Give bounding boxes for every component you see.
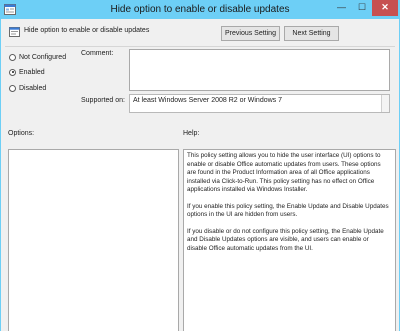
previous-setting-button[interactable]: Previous Setting xyxy=(221,26,280,41)
comment-textarea[interactable] xyxy=(129,49,390,91)
minimize-icon: — xyxy=(337,2,346,12)
help-panel: This policy setting allows you to hide t… xyxy=(183,149,396,331)
radio-enabled[interactable]: Enabled xyxy=(9,67,45,77)
header-divider xyxy=(5,46,395,47)
supported-on-label: Supported on: xyxy=(81,97,125,104)
maximize-icon: ☐ xyxy=(357,2,367,12)
policy-setting-icon xyxy=(9,27,20,37)
help-label: Help: xyxy=(183,130,200,137)
options-panel xyxy=(8,149,179,331)
radio-label: Not Configured xyxy=(19,53,67,61)
minimize-button[interactable]: — xyxy=(331,0,352,16)
supported-on-field: At least Windows Server 2008 R2 or Windo… xyxy=(129,94,390,113)
help-paragraph: This policy setting allows you to hide t… xyxy=(187,152,381,193)
close-button[interactable]: ✕ xyxy=(372,0,398,16)
close-icon: ✕ xyxy=(381,2,389,12)
maximize-button[interactable]: ☐ xyxy=(352,0,372,16)
next-setting-button[interactable]: Next Setting xyxy=(284,26,339,41)
radio-label: Enabled xyxy=(19,68,45,76)
dialog-body: Hide option to enable or disable updates… xyxy=(0,19,400,331)
comment-label: Comment: xyxy=(81,50,114,57)
radio-button[interactable] xyxy=(9,53,16,61)
help-paragraph: If you disable or do not configure this … xyxy=(187,227,384,252)
policy-name: Hide option to enable or disable updates xyxy=(24,27,150,34)
supported-on-value: At least Windows Server 2008 R2 or Windo… xyxy=(133,97,283,104)
title-bar[interactable]: Hide option to enable or disable updates… xyxy=(0,0,400,19)
radio-button[interactable] xyxy=(9,68,16,76)
help-paragraph: If you enable this policy setting, the E… xyxy=(187,202,389,219)
radio-disabled[interactable]: Disabled xyxy=(9,83,46,93)
radio-label: Disabled xyxy=(19,84,47,92)
radio-not-configured[interactable]: Not Configured xyxy=(9,52,66,62)
options-label: Options: xyxy=(8,130,35,137)
supported-on-scrollbar[interactable] xyxy=(381,95,389,112)
radio-button[interactable] xyxy=(9,84,16,92)
